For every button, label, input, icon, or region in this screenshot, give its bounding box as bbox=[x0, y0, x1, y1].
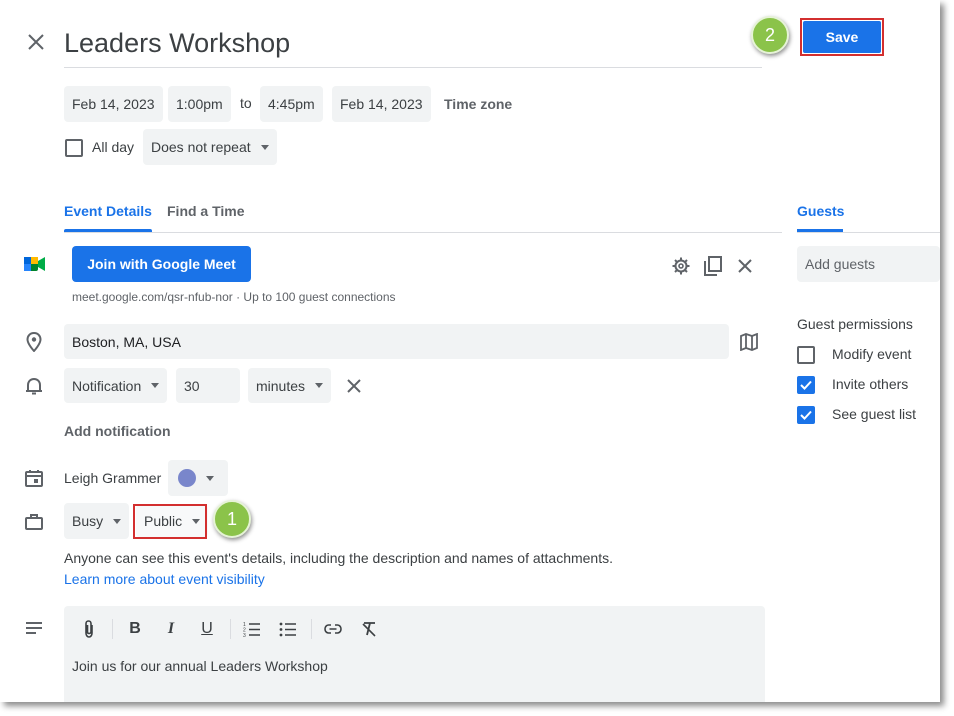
bell-icon bbox=[25, 376, 43, 396]
add-guests-input[interactable]: Add guests bbox=[797, 246, 940, 282]
remove-meet-icon[interactable] bbox=[734, 255, 756, 277]
meet-link-text[interactable]: meet.google.com/qsr-nfub-nor · Up to 100… bbox=[72, 290, 396, 304]
invite-others-label: Invite others bbox=[832, 376, 909, 392]
toolbar-divider bbox=[112, 619, 113, 639]
chevron-down-icon bbox=[206, 475, 214, 481]
remove-notification-icon[interactable] bbox=[344, 376, 364, 396]
save-button[interactable]: Save bbox=[803, 21, 881, 53]
toolbar-divider bbox=[311, 619, 312, 639]
chevron-down-icon bbox=[260, 144, 269, 150]
toolbar-divider bbox=[230, 619, 231, 639]
tab-guests[interactable]: Guests bbox=[797, 203, 844, 219]
start-date-field[interactable]: Feb 14, 2023 bbox=[64, 86, 163, 122]
checkmark-icon bbox=[800, 410, 812, 420]
attachment-icon[interactable] bbox=[77, 617, 101, 641]
italic-icon[interactable]: I bbox=[159, 617, 183, 641]
time-zone-button[interactable]: Time zone bbox=[444, 96, 512, 112]
tab-divider bbox=[64, 232, 782, 233]
busy-status-dropdown[interactable]: Busy bbox=[64, 503, 130, 539]
google-meet-icon bbox=[24, 255, 46, 273]
close-icon[interactable] bbox=[24, 30, 48, 54]
chevron-down-icon bbox=[151, 383, 160, 388]
event-title-input[interactable]: Leaders Workshop bbox=[64, 24, 762, 68]
join-google-meet-button[interactable]: Join with Google Meet bbox=[72, 246, 251, 282]
notification-type-dropdown[interactable]: Notification bbox=[64, 368, 168, 403]
step-marker-2: 2 bbox=[751, 16, 789, 54]
copy-icon[interactable] bbox=[702, 255, 724, 277]
event-title: Leaders Workshop bbox=[64, 28, 291, 58]
description-icon bbox=[25, 621, 43, 635]
gear-icon[interactable] bbox=[670, 255, 692, 277]
event-editor-window: Leaders Workshop Save 2 Feb 14, 2023 1:0… bbox=[0, 0, 940, 702]
clear-formatting-icon[interactable] bbox=[357, 617, 381, 641]
checkmark-icon bbox=[800, 380, 812, 390]
chevron-down-icon bbox=[113, 518, 122, 524]
modify-event-checkbox[interactable] bbox=[797, 346, 815, 364]
calendar-color-swatch bbox=[178, 469, 196, 487]
location-input[interactable]: Boston, MA, USA bbox=[64, 324, 729, 359]
repeat-dropdown[interactable]: Does not repeat bbox=[143, 129, 277, 165]
invite-others-checkbox[interactable] bbox=[797, 376, 815, 394]
notification-amount-input[interactable]: 30 bbox=[176, 368, 240, 403]
calendar-color-dropdown[interactable] bbox=[168, 460, 228, 496]
calendar-owner-name: Leigh Grammer bbox=[64, 470, 162, 486]
underline-icon[interactable]: U bbox=[195, 617, 219, 641]
chevron-down-icon bbox=[315, 383, 324, 388]
bold-icon[interactable]: B bbox=[123, 617, 147, 641]
all-day-label: All day bbox=[92, 139, 135, 155]
visibility-note: Anyone can see this event's details, inc… bbox=[64, 550, 614, 566]
guest-permissions-title: Guest permissions bbox=[797, 316, 913, 332]
add-notification-link[interactable]: Add notification bbox=[64, 423, 171, 439]
end-date-field[interactable]: Feb 14, 2023 bbox=[332, 86, 431, 122]
description-text: Join us for our annual Leaders Workshop bbox=[72, 658, 328, 674]
step-marker-1: 1 bbox=[213, 500, 251, 538]
see-guest-list-label: See guest list bbox=[832, 406, 917, 422]
tab-event-details[interactable]: Event Details bbox=[64, 203, 152, 219]
link-icon[interactable] bbox=[321, 617, 345, 641]
tab-find-a-time[interactable]: Find a Time bbox=[167, 203, 245, 219]
bulleted-list-icon[interactable] bbox=[276, 617, 300, 641]
briefcase-icon bbox=[25, 513, 43, 531]
end-time-field[interactable]: 4:45pm bbox=[260, 86, 323, 122]
guests-tab-divider bbox=[797, 232, 940, 233]
svg-text:3: 3 bbox=[243, 633, 246, 637]
notification-unit-dropdown[interactable]: minutes bbox=[248, 368, 332, 403]
visibility-highlight-box bbox=[133, 504, 207, 539]
to-label: to bbox=[240, 95, 252, 111]
numbered-list-icon[interactable]: 1 2 3 bbox=[240, 617, 264, 641]
map-icon[interactable] bbox=[738, 332, 760, 352]
see-guest-list-checkbox[interactable] bbox=[797, 406, 815, 424]
calendar-icon bbox=[25, 469, 43, 487]
location-pin-icon bbox=[25, 331, 43, 353]
start-time-field[interactable]: 1:00pm bbox=[168, 86, 231, 122]
learn-more-visibility-link[interactable]: Learn more about event visibility bbox=[64, 571, 265, 587]
modify-event-label: Modify event bbox=[832, 346, 912, 362]
all-day-checkbox[interactable] bbox=[65, 139, 83, 157]
